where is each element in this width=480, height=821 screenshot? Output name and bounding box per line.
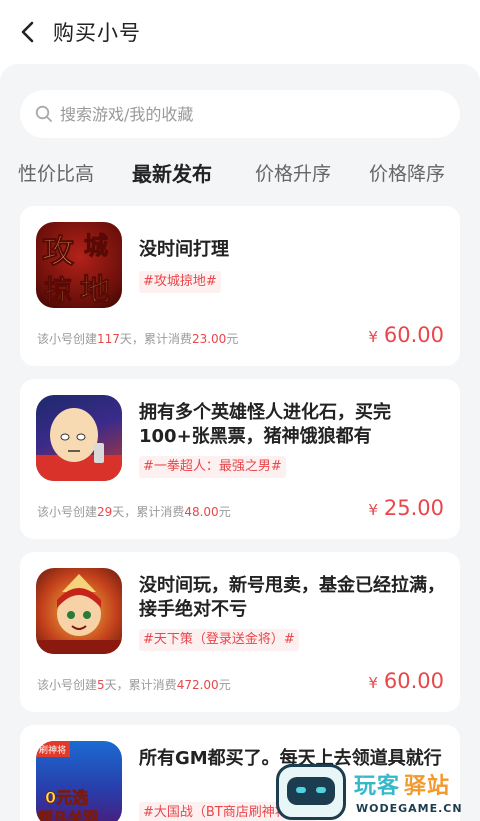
game-tag[interactable]: #天下策（登录送金将）# (139, 629, 299, 651)
listing-price: ¥25.00 (368, 496, 444, 520)
listing-title: 拥有多个英雄怪人进化石，买完100+张黑票，猪神饿狼都有 (139, 402, 391, 447)
tab-value-for-money[interactable]: 性价比高 (18, 156, 94, 192)
game-icon-one-punch-man (36, 395, 122, 481)
watermark-brand-en: WODEGAME.CN (356, 802, 463, 815)
search-bar[interactable] (20, 90, 460, 138)
promo-icon: 刷神将 0元选 超凡关羽 (36, 741, 98, 821)
svg-text:城: 城 (84, 231, 108, 260)
back-button[interactable] (14, 18, 42, 46)
app-header: 购买小号 (0, 0, 480, 64)
svg-text:攻: 攻 (42, 232, 75, 270)
game-icon-siege: 攻 城 掠 地 (36, 222, 122, 308)
svg-text:掠: 掠 (44, 274, 72, 307)
listing-title: 没时间打理 (139, 239, 229, 260)
svg-text:超凡关羽: 超凡关羽 (37, 809, 98, 821)
listing-card[interactable]: 攻 城 掠 地 没时间打理 #攻城掠地# 该小号创建117天，累计消费23.00… (20, 206, 460, 366)
listing-card[interactable]: 拥有多个英雄怪人进化石，买完100+张黑票，猪神饿狼都有 #一拳超人：最强之男#… (20, 379, 460, 539)
page-title: 购买小号 (53, 21, 141, 45)
chevron-left-icon (21, 21, 34, 43)
sort-tabs: 性价比高 最新发布 价格升序 价格降序 (0, 156, 480, 192)
listing-meta: 该小号创建117天，累计消费23.00元 (37, 332, 239, 346)
game-icon-daguozhan: 刷神将 0元选 超凡关羽 (36, 741, 122, 821)
listing-card[interactable]: 没时间玩，新号甩卖，基金已经拉满，接手绝对不亏 #天下策（登录送金将）# 该小号… (20, 552, 460, 712)
content-panel: 性价比高 最新发布 价格升序 价格降序 攻 城 掠 地 没时间打理 #攻城掠地#… (0, 64, 480, 821)
bald-hero-icon (36, 408, 122, 481)
svg-text:地: 地 (80, 273, 110, 308)
watermark-brand-cn: 玩客 驿站 (354, 774, 451, 799)
tab-newest[interactable]: 最新发布 (132, 156, 212, 192)
listing-price: ¥60.00 (368, 669, 444, 693)
tab-price-ascending[interactable]: 价格升序 (255, 156, 331, 192)
warrior-icon (36, 574, 122, 654)
watermark-logo: 玩客 驿站 WODEGAME.CN (272, 762, 480, 821)
robot-logo-icon (276, 764, 346, 820)
game-tag[interactable]: #攻城掠地# (139, 271, 221, 293)
search-icon (35, 105, 52, 122)
listing-meta: 该小号创建5天，累计消费472.00元 (37, 678, 231, 692)
search-input[interactable] (60, 90, 450, 138)
game-icon-tianxiace (36, 568, 122, 654)
tab-price-descending[interactable]: 价格降序 (369, 156, 445, 192)
listing-price: ¥60.00 (368, 323, 444, 347)
listing-meta: 该小号创建29天，累计消费48.00元 (37, 505, 231, 519)
game-tag[interactable]: #一拳超人：最强之男# (139, 456, 286, 478)
svg-text:0元选: 0元选 (45, 788, 88, 807)
siege-logo-icon: 攻 城 掠 地 (42, 231, 111, 309)
listing-title: 没时间玩，新号甩卖，基金已经拉满，接手绝对不亏 (139, 575, 445, 620)
svg-text:刷神将: 刷神将 (39, 744, 66, 756)
